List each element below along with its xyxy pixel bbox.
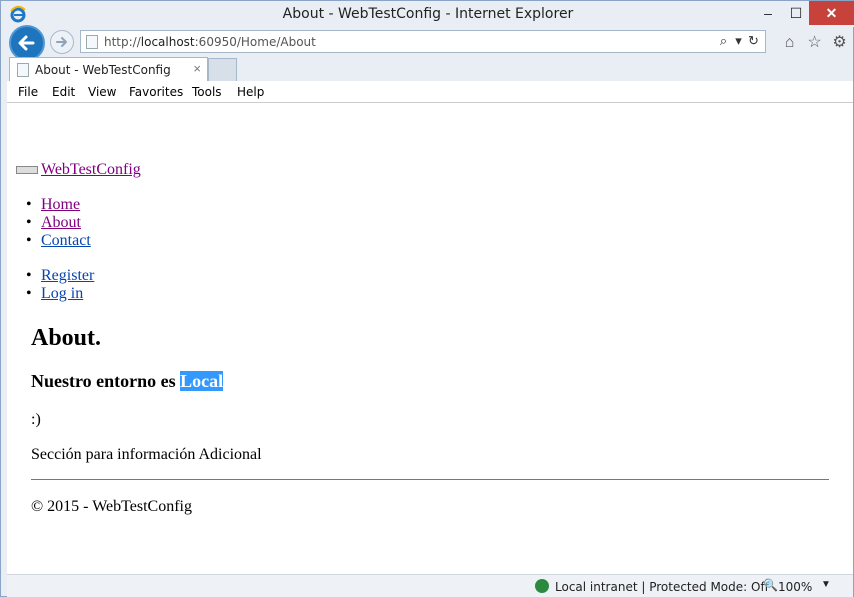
nav-item-about: About (26, 214, 91, 232)
main-nav: Home About Contact (26, 196, 91, 250)
environment-heading: Nuestro entorno es Local (31, 371, 224, 392)
security-zone-text: Local intranet | Protected Mode: Off (555, 580, 769, 594)
forward-arrow-icon (56, 37, 67, 47)
menu-view[interactable]: View (88, 85, 116, 99)
register-link[interactable]: Register (41, 267, 94, 284)
nav-link-contact[interactable]: Contact (41, 232, 91, 249)
address-bar[interactable]: http://localhost:60950/Home/About ⌕ ▾ ↻ (80, 30, 766, 53)
status-bar: Local intranet | Protected Mode: Off 🔍 1… (7, 574, 853, 597)
page-title: About. (31, 325, 102, 351)
broken-image-icon (16, 166, 38, 175)
page-content: WebTestConfig Home About Contact Registe… (7, 103, 853, 574)
smiley-text: :) (31, 411, 41, 428)
nav-item-register: Register (26, 267, 94, 285)
address-tools: ⌕ ▾ ↻ (716, 33, 761, 49)
maximize-button[interactable]: ☐ (781, 1, 811, 25)
menu-file[interactable]: File (18, 85, 38, 99)
page-icon (86, 35, 98, 49)
back-button[interactable] (9, 25, 45, 61)
menu-help[interactable]: Help (237, 85, 264, 99)
browser-window: About - WebTestConfig - Internet Explore… (0, 0, 854, 597)
forward-button[interactable] (50, 30, 74, 54)
menu-tools[interactable]: Tools (192, 85, 222, 99)
url-text[interactable]: http://localhost:60950/Home/About (104, 35, 316, 49)
brand-link[interactable]: WebTestConfig (41, 161, 141, 178)
window-title: About - WebTestConfig - Internet Explore… (282, 6, 574, 22)
navigation-bar: http://localhost:60950/Home/About ⌕ ▾ ↻ ⌂ ☆… (1, 25, 854, 61)
nav-link-home[interactable]: Home (41, 196, 80, 213)
back-arrow-icon (18, 35, 35, 51)
nav-link-about[interactable]: About (41, 214, 81, 231)
divider (31, 479, 829, 480)
home-icon[interactable]: ⌂ (777, 34, 802, 52)
page-icon (17, 63, 29, 77)
footer-text: © 2015 - WebTestConfig (31, 498, 192, 515)
environment-label: Nuestro entorno es (31, 371, 181, 391)
minimize-button[interactable]: – (753, 1, 783, 25)
environment-value: Local (180, 371, 224, 391)
title-bar: About - WebTestConfig - Internet Explore… (1, 1, 854, 27)
menu-favorites[interactable]: Favorites (129, 85, 183, 99)
zoom-level[interactable]: 100% (778, 580, 812, 594)
zoom-dropdown-icon[interactable]: ▼ (821, 579, 831, 590)
refresh-icon[interactable]: ↻ (746, 33, 761, 49)
brand-row: WebTestConfig (16, 161, 141, 179)
intranet-globe-icon (535, 579, 549, 593)
dropdown-icon[interactable]: ▾ (731, 33, 746, 49)
zoom-icon: 🔍 (763, 578, 778, 592)
tab-close-icon[interactable]: × (193, 61, 201, 76)
account-nav: Register Log in (26, 267, 94, 303)
favorites-icon[interactable]: ☆ (802, 32, 827, 52)
nav-item-login: Log in (26, 285, 94, 303)
login-link[interactable]: Log in (41, 285, 83, 302)
settings-icon[interactable]: ⚙ (827, 32, 852, 52)
tab-about[interactable]: About - WebTestConfig × (9, 57, 208, 81)
menu-bar: File Edit View Favorites Tools Help (7, 81, 853, 103)
nav-item-contact: Contact (26, 232, 91, 250)
toolbar-icons: ⌂ ☆ ⚙ (777, 32, 852, 52)
search-icon[interactable]: ⌕ (716, 33, 731, 49)
close-button[interactable]: ✕ (809, 1, 854, 25)
tab-bar: About - WebTestConfig × (1, 57, 854, 81)
new-tab-button[interactable] (208, 58, 237, 81)
section-text: Sección para información Adicional (31, 446, 262, 463)
menu-edit[interactable]: Edit (52, 85, 75, 99)
tab-label: About - WebTestConfig (35, 63, 171, 77)
nav-item-home: Home (26, 196, 91, 214)
